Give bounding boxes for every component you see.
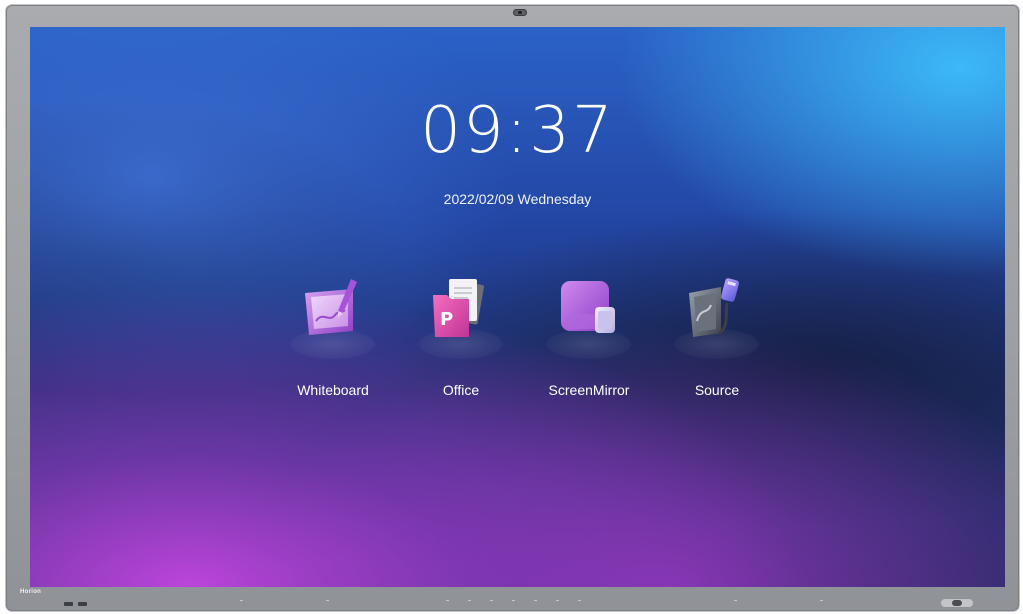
sensor-mark <box>240 600 243 601</box>
sensor-mark <box>820 600 823 601</box>
sensor-mark <box>326 600 329 601</box>
power-button[interactable] <box>940 598 974 608</box>
sensor-mark <box>534 600 537 601</box>
sensor-mark <box>512 600 515 601</box>
clock-time: 09:37 <box>420 94 615 168</box>
sensor-mark <box>556 600 559 601</box>
app-launcher: Whiteboard P Office ScreenMirror Source <box>30 271 1005 411</box>
sensor-mark <box>734 600 737 601</box>
bottom-bezel: Horion <box>6 586 1019 611</box>
sensor-mark <box>578 600 581 601</box>
sensor-mark <box>490 600 493 601</box>
home-screen: 09:37 2022/02/09 Wednesday Whiteboard P … <box>30 27 1005 587</box>
app-label: Source <box>694 382 740 398</box>
sensor-mark <box>468 600 471 601</box>
office-icon: P <box>433 279 484 337</box>
whiteboard-icon <box>305 279 357 335</box>
display-frame: 09:37 2022/02/09 Wednesday Whiteboard P … <box>6 5 1019 611</box>
screen-mirror-icon <box>561 281 615 333</box>
brand-logo: Horion <box>20 589 42 595</box>
usb-port <box>78 602 87 606</box>
camera-icon <box>513 9 527 16</box>
source-icon <box>689 278 739 337</box>
usb-port <box>64 602 73 606</box>
svg-text:P: P <box>440 309 453 330</box>
clock-date: 2022/02/09 Wednesday <box>443 191 592 207</box>
app-source[interactable]: Source <box>662 271 772 411</box>
app-office[interactable]: P Office <box>406 271 516 411</box>
app-screenmirror[interactable]: ScreenMirror <box>534 271 644 411</box>
sensor-mark <box>446 600 449 601</box>
app-whiteboard[interactable]: Whiteboard <box>278 271 388 411</box>
